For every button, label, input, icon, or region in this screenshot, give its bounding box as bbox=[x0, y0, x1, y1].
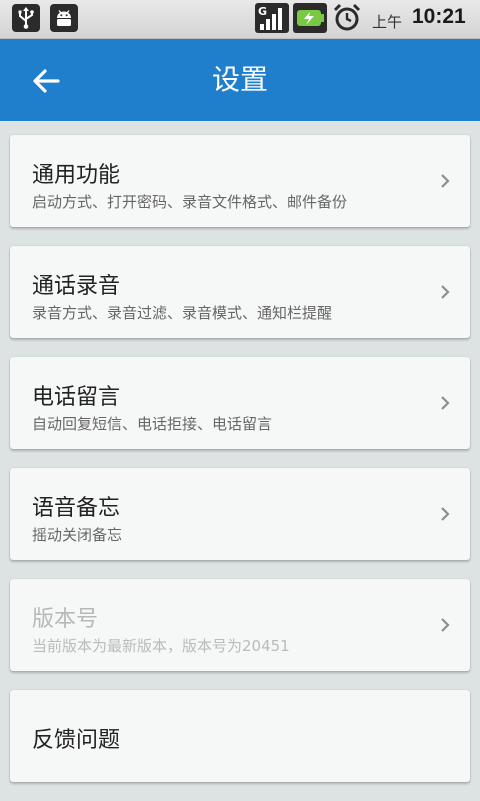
settings-item-title: 通话录音 bbox=[32, 274, 121, 299]
app-bar: 设置 bbox=[0, 39, 480, 121]
chevron-right-icon bbox=[441, 618, 450, 632]
settings-item-feedback[interactable]: 反馈问题 bbox=[10, 690, 470, 782]
settings-item-title: 电话留言 bbox=[32, 385, 121, 410]
settings-list: 通用功能 启动方式、打开密码、录音文件格式、邮件备份 通话录音 录音方式、录音过… bbox=[10, 135, 470, 801]
status-ampm: 上午 bbox=[372, 13, 403, 31]
status-time: 10:21 bbox=[412, 5, 466, 28]
back-button[interactable] bbox=[24, 59, 68, 103]
usb-icon bbox=[12, 4, 40, 32]
chevron-right-icon bbox=[441, 285, 450, 299]
settings-item-voice-memo[interactable]: 语音备忘 摇动关闭备忘 bbox=[10, 468, 470, 560]
settings-item-title: 通用功能 bbox=[32, 163, 121, 188]
settings-item-general[interactable]: 通用功能 启动方式、打开密码、录音文件格式、邮件备份 bbox=[10, 135, 470, 227]
settings-item-version[interactable]: 版本号 当前版本为最新版本，版本号为20451 bbox=[10, 579, 470, 671]
back-arrow-icon bbox=[33, 69, 60, 93]
settings-item-subtitle: 摇动关闭备忘 bbox=[32, 526, 123, 544]
settings-item-voicemail[interactable]: 电话留言 自动回复短信、电话拒接、电话留言 bbox=[10, 357, 470, 449]
network-type-label: G bbox=[258, 5, 267, 18]
chevron-right-icon bbox=[441, 396, 450, 410]
settings-item-subtitle: 启动方式、打开密码、录音文件格式、邮件备份 bbox=[32, 193, 348, 211]
chevron-right-icon bbox=[441, 174, 450, 188]
settings-item-title: 语音备忘 bbox=[32, 496, 121, 521]
chevron-right-icon bbox=[441, 507, 450, 521]
android-debug-icon bbox=[50, 4, 78, 32]
battery-charging-icon bbox=[293, 3, 327, 33]
settings-item-title: 反馈问题 bbox=[32, 728, 121, 753]
settings-item-subtitle: 当前版本为最新版本，版本号为20451 bbox=[32, 637, 290, 655]
settings-item-subtitle: 录音方式、录音过滤、录音模式、通知栏提醒 bbox=[32, 304, 333, 322]
settings-item-subtitle: 自动回复短信、电话拒接、电话留言 bbox=[32, 415, 273, 433]
status-bar: G 上午 10:21 bbox=[0, 0, 480, 39]
signal-icon: G bbox=[255, 3, 289, 33]
settings-item-call-recording[interactable]: 通话录音 录音方式、录音过滤、录音模式、通知栏提醒 bbox=[10, 246, 470, 338]
page-title: 设置 bbox=[211, 63, 268, 96]
settings-item-title: 版本号 bbox=[32, 607, 99, 632]
alarm-icon bbox=[332, 3, 362, 33]
